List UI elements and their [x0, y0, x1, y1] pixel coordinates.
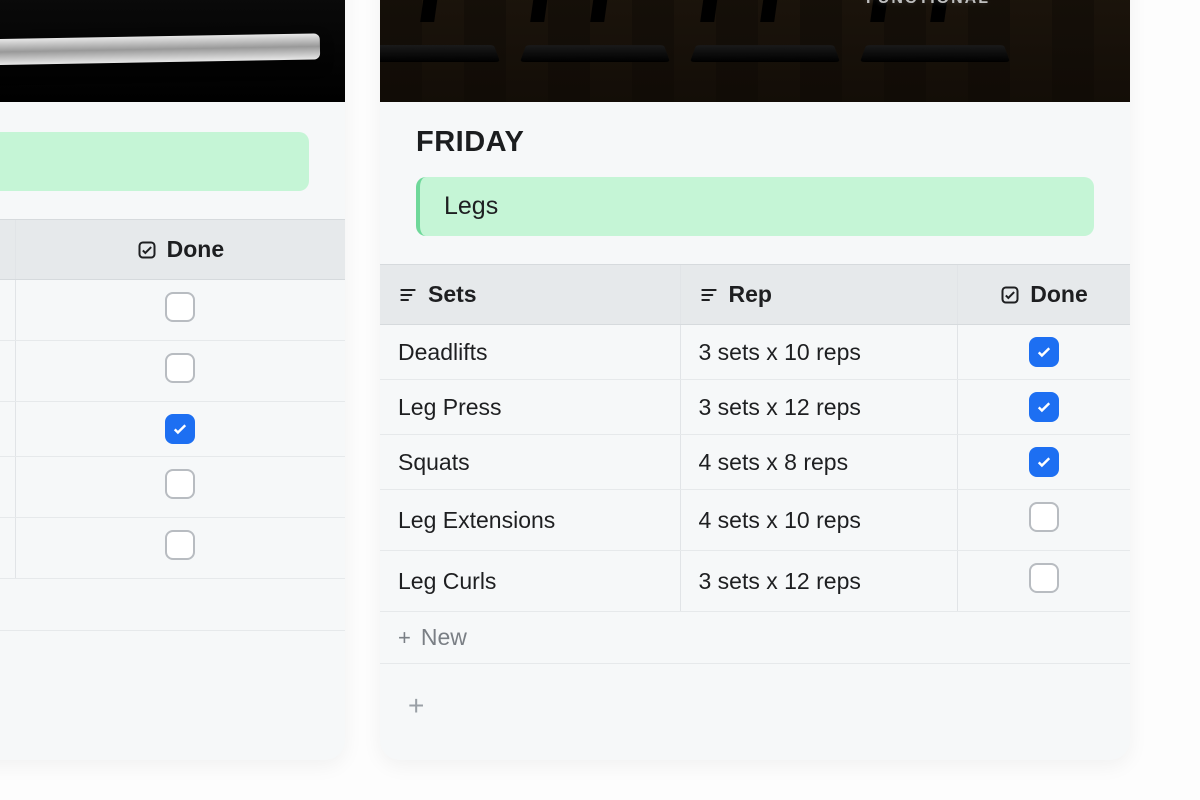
done-checkbox[interactable] [165, 414, 195, 444]
muscle-group-tag-label: Legs [444, 192, 498, 220]
checkbox-icon [137, 240, 157, 260]
exercise-table: Sets Rep [380, 264, 1130, 664]
cell-rep: 3 sets x 12 reps [699, 568, 861, 594]
column-header-sets-label: Sets [428, 281, 477, 308]
column-header-rep[interactable]: p [0, 220, 15, 280]
plus-icon: + [398, 625, 411, 650]
workout-card-friday: FUNCTIONAL FRIDAY Legs Sets [380, 0, 1130, 760]
day-title: FRIDAY [380, 102, 1130, 177]
column-header-rep-label: Rep [729, 281, 772, 308]
muscle-group-tag[interactable] [0, 132, 309, 191]
workout-card-left: p Done x 8 reps [0, 0, 345, 760]
done-checkbox[interactable] [1029, 502, 1059, 532]
cell-exercise: Leg Extensions [398, 507, 555, 533]
done-checkbox[interactable] [165, 292, 195, 322]
done-checkbox[interactable] [1029, 447, 1059, 477]
cell-exercise: Deadlifts [398, 339, 487, 365]
exercise-table-left: p Done x 8 reps [0, 219, 345, 631]
cell-exercise: Squats [398, 449, 470, 475]
new-row[interactable]: + New [380, 612, 1130, 664]
cell-rep: 3 sets x 12 reps [699, 394, 861, 420]
table-row[interactable]: x 10 reps [0, 341, 345, 402]
cell-exercise: Leg Press [398, 394, 502, 420]
new-row-label: New [421, 624, 467, 650]
checkbox-icon [1000, 285, 1020, 305]
column-header-done[interactable]: Done [958, 265, 1131, 325]
column-header-done-label: Done [167, 236, 225, 263]
text-align-icon [699, 285, 719, 305]
done-checkbox[interactable] [1029, 563, 1059, 593]
done-checkbox[interactable] [1029, 392, 1059, 422]
cell-rep: 3 sets x 10 reps [699, 339, 861, 365]
cover-sign-text: FUNCTIONAL [866, 0, 990, 8]
cell-rep: 4 sets x 8 reps [699, 449, 849, 475]
table-row[interactable]: x 8 reps [0, 280, 345, 341]
table-row[interactable]: Leg Extensions 4 sets x 10 reps [380, 490, 1130, 551]
cell-exercise: Leg Curls [398, 568, 496, 594]
muscle-group-tag[interactable]: Legs [416, 177, 1094, 236]
column-header-rep[interactable]: Rep [680, 265, 958, 325]
cover-image-barbell [0, 0, 345, 102]
table-row[interactable]: x 12 reps [0, 518, 345, 579]
done-checkbox[interactable] [165, 469, 195, 499]
table-row[interactable]: Deadlifts 3 sets x 10 reps [380, 325, 1130, 380]
table-row[interactable]: Leg Press 3 sets x 12 reps [380, 380, 1130, 435]
cover-image-gym: FUNCTIONAL [380, 0, 1130, 102]
table-row[interactable]: x 12 reps [0, 402, 345, 457]
table-row[interactable]: x 10 reps [0, 457, 345, 518]
column-header-done[interactable]: Done [15, 220, 345, 280]
done-checkbox[interactable] [165, 353, 195, 383]
done-checkbox[interactable] [165, 530, 195, 560]
new-row[interactable] [0, 579, 345, 631]
column-header-sets[interactable]: Sets [380, 265, 680, 325]
table-row[interactable]: Squats 4 sets x 8 reps [380, 435, 1130, 490]
add-block-button[interactable]: + [380, 664, 1130, 748]
plus-icon: + [408, 690, 424, 721]
done-checkbox[interactable] [1029, 337, 1059, 367]
cell-rep: 4 sets x 10 reps [699, 507, 861, 533]
text-align-icon [398, 285, 418, 305]
column-header-done-label: Done [1030, 281, 1088, 308]
table-row[interactable]: Leg Curls 3 sets x 12 reps [380, 551, 1130, 612]
